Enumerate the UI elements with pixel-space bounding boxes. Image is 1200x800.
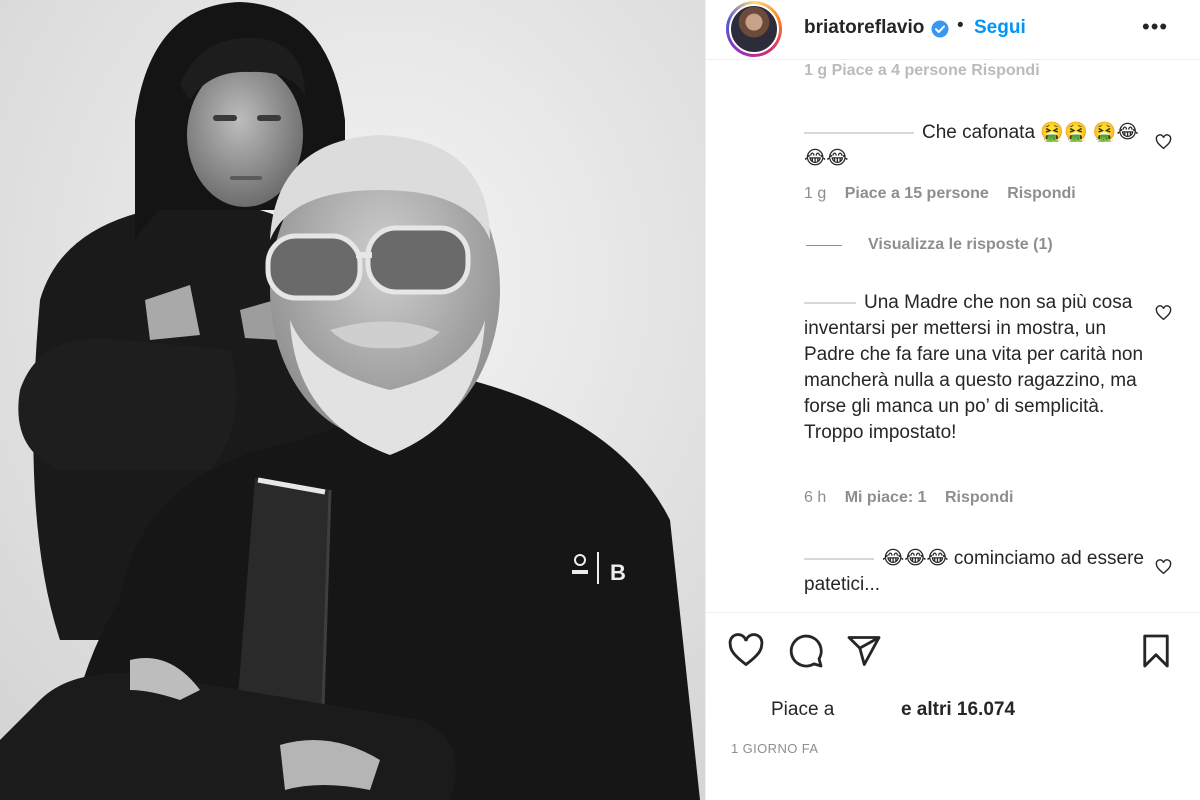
cut-comment-meta: 1 g Piace a 4 persone Rispondi bbox=[804, 62, 1040, 79]
avatar-image bbox=[729, 4, 779, 54]
comment-like-icon[interactable] bbox=[1155, 134, 1172, 150]
comment-meta: 6 h Mi piace: 1 Rispondi bbox=[804, 489, 1027, 507]
comment-text: 😂😂😂 cominciamo ad essere patetici... bbox=[804, 548, 1144, 595]
comments-list[interactable]: 1 g Piace a 4 persone Rispondi Che cafon… bbox=[706, 60, 1200, 612]
post-photo[interactable]: B bbox=[0, 0, 705, 800]
comment-time: 6 h bbox=[804, 489, 827, 506]
likes-summary[interactable]: Piace a e altri 16.074 bbox=[771, 699, 1015, 721]
post-header: briatoreflavio • Segui ••• bbox=[706, 0, 1200, 60]
comment-username[interactable] bbox=[804, 301, 856, 304]
verified-icon bbox=[931, 20, 949, 38]
header-separator: • bbox=[957, 15, 964, 36]
username-link[interactable]: briatoreflavio bbox=[804, 17, 924, 39]
likes-count: e altri 16.074 bbox=[900, 699, 1016, 720]
comment-text: Una Madre che non sa più cosa inventarsi… bbox=[804, 292, 1144, 443]
likes-prefix: Piace a bbox=[771, 699, 835, 720]
reply-button[interactable]: Rispondi bbox=[945, 489, 1013, 506]
post-actions: Piace a e altri 16.074 1 GIORNO FA bbox=[706, 612, 1200, 800]
post-date[interactable]: 1 GIORNO FA bbox=[731, 741, 818, 756]
jacket-logo: B bbox=[560, 548, 640, 592]
comment-likes[interactable]: Mi piace: 1 bbox=[845, 489, 927, 506]
comment-like-icon[interactable] bbox=[1155, 559, 1172, 575]
comment-like-icon[interactable] bbox=[1155, 305, 1172, 321]
follow-button[interactable]: Segui bbox=[974, 17, 1026, 39]
reply-button[interactable]: Rispondi bbox=[1007, 185, 1075, 202]
post-side-panel: briatoreflavio • Segui ••• 1 g Piace a 4… bbox=[705, 0, 1200, 800]
jacket-brand-text: B bbox=[610, 560, 626, 585]
more-icon[interactable]: ••• bbox=[1142, 14, 1168, 40]
profile-avatar[interactable] bbox=[726, 1, 782, 57]
replies-divider bbox=[806, 244, 842, 246]
comment-username[interactable] bbox=[804, 131, 914, 134]
view-replies-button[interactable]: Visualizza le risposte (1) bbox=[806, 236, 1053, 254]
comment-item: Una Madre che non sa più cosa inventarsi… bbox=[804, 290, 1144, 446]
photo-illustration: B bbox=[0, 0, 705, 800]
comment-meta: 1 g Piace a 15 persone Rispondi bbox=[804, 185, 1090, 203]
heart-icon[interactable] bbox=[728, 633, 764, 669]
comment-item: 😂😂😂 cominciamo ad essere patetici... bbox=[804, 546, 1144, 598]
comment-item: Che cafonata 🤮🤮 🤮😂😂😂 bbox=[804, 120, 1144, 172]
share-icon[interactable] bbox=[846, 633, 882, 669]
comment-time: 1 g bbox=[804, 185, 827, 202]
comment-icon[interactable] bbox=[788, 633, 824, 669]
comment-username[interactable] bbox=[804, 557, 874, 560]
bookmark-icon[interactable] bbox=[1138, 633, 1174, 669]
comment-text: Che cafonata 🤮🤮 🤮😂😂😂 bbox=[804, 122, 1139, 169]
view-replies-label: Visualizza le risposte (1) bbox=[868, 236, 1053, 253]
comment-likes[interactable]: Piace a 15 persone bbox=[845, 185, 989, 202]
